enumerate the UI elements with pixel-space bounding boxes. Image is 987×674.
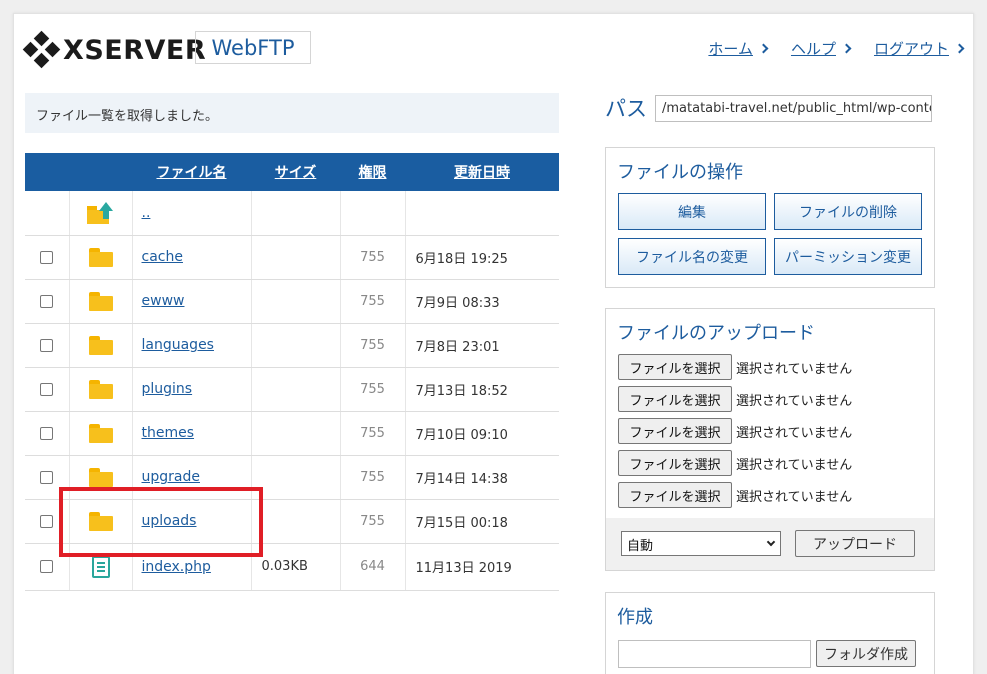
header-size[interactable]: サイズ <box>251 153 340 191</box>
no-file-text: 選択されていません <box>736 393 853 409</box>
no-file-text: 選択されていません <box>736 489 853 505</box>
row-checkbox[interactable] <box>40 470 54 484</box>
product-badge: WebFTP <box>195 31 311 64</box>
parent-folder-icon <box>86 201 115 224</box>
file-link[interactable]: index.php <box>142 559 211 575</box>
folder-icon <box>88 335 113 355</box>
header-permission[interactable]: 権限 <box>340 153 405 191</box>
xserver-logo[interactable]: XSERVER <box>22 30 207 69</box>
choose-file-button[interactable]: ファイルを選択 <box>618 482 732 508</box>
logo-diamond-icon <box>22 30 61 69</box>
delete-file-button[interactable]: ファイルの削除 <box>774 193 922 230</box>
no-file-text: 選択されていません <box>736 425 853 441</box>
rename-button[interactable]: ファイル名の変更 <box>618 238 766 275</box>
logo-text: XSERVER <box>63 34 207 66</box>
file-link[interactable]: languages <box>142 337 214 353</box>
upload-title: ファイルのアップロード <box>617 323 815 344</box>
upload-button[interactable]: アップロード <box>795 530 915 557</box>
header-icon <box>69 153 132 191</box>
parent-dir-link[interactable]: .. <box>142 205 151 221</box>
file-link[interactable]: upgrade <box>142 469 200 485</box>
no-file-text: 選択されていません <box>736 457 853 473</box>
nav-home-link[interactable]: ホーム <box>708 38 769 59</box>
file-link[interactable]: cache <box>142 249 183 265</box>
choose-file-button[interactable]: ファイルを選択 <box>618 386 732 412</box>
nav-help-link[interactable]: ヘルプ <box>791 38 852 59</box>
transfer-mode-select[interactable]: 自動 <box>621 531 781 556</box>
upload-footer: 自動 アップロード <box>606 518 934 570</box>
table-header-row: ファイル名 サイズ 権限 更新日時 <box>25 153 559 191</box>
folder-icon <box>88 423 113 443</box>
edit-button[interactable]: 編集 <box>618 193 766 230</box>
upload-row: ファイルを選択 選択されていません <box>618 450 852 476</box>
create-panel: 作成 フォルダ作成 <box>605 592 935 674</box>
file-ops-title: ファイルの操作 <box>617 162 743 183</box>
folder-icon <box>88 291 113 311</box>
header-filename[interactable]: ファイル名 <box>132 153 251 191</box>
table-row: upgrade 755 7月14日 14:38 <box>25 455 559 500</box>
upload-row: ファイルを選択 選択されていません <box>618 418 852 444</box>
chmod-button[interactable]: パーミッション変更 <box>774 238 922 275</box>
chevron-right-icon <box>954 43 965 54</box>
table-row: plugins 755 7月13日 18:52 <box>25 367 559 412</box>
choose-file-button[interactable]: ファイルを選択 <box>618 418 732 444</box>
table-row: ewww 755 7月9日 08:33 <box>25 279 559 324</box>
file-table: ファイル名 サイズ 権限 更新日時 .. cache 755 6月18日 19:… <box>25 153 559 591</box>
row-checkbox[interactable] <box>40 426 54 440</box>
table-row-parent: .. <box>25 191 559 236</box>
chevron-down-icon <box>766 537 776 547</box>
top-nav: ホーム ヘルプ ログアウト <box>708 38 965 59</box>
row-checkbox[interactable] <box>40 514 54 528</box>
folder-icon <box>88 247 113 267</box>
no-file-text: 選択されていません <box>736 361 853 377</box>
status-message: ファイル一覧を取得しました。 <box>25 93 559 133</box>
upload-panel: ファイルのアップロード ファイルを選択 選択されていません ファイルを選択 選択… <box>605 308 935 571</box>
header-check <box>25 153 69 191</box>
upload-row: ファイルを選択 選択されていません <box>618 482 852 508</box>
chevron-right-icon <box>758 43 769 54</box>
folder-name-input[interactable] <box>618 640 811 668</box>
table-row: index.php 0.03KB 644 11月13日 2019 <box>25 543 559 591</box>
folder-icon <box>88 467 113 487</box>
file-link[interactable]: ewww <box>142 293 185 309</box>
file-link[interactable]: uploads <box>142 513 197 529</box>
path-label: パス <box>605 97 647 121</box>
table-row: uploads 755 7月15日 00:18 <box>25 499 559 544</box>
document-icon <box>91 555 110 578</box>
folder-icon <box>88 379 113 399</box>
upload-row: ファイルを選択 選択されていません <box>618 354 852 380</box>
header-modified[interactable]: 更新日時 <box>405 153 559 191</box>
file-ops-panel: ファイルの操作 編集 ファイルの削除 ファイル名の変更 パーミッション変更 <box>605 147 935 288</box>
table-row: themes 755 7月10日 09:10 <box>25 411 559 456</box>
row-checkbox[interactable] <box>40 294 54 308</box>
chevron-right-icon <box>841 43 852 54</box>
row-checkbox[interactable] <box>40 382 54 396</box>
table-row: cache 755 6月18日 19:25 <box>25 235 559 280</box>
row-checkbox[interactable] <box>40 338 54 352</box>
file-link[interactable]: themes <box>142 425 195 441</box>
row-checkbox[interactable] <box>40 250 54 264</box>
upload-row: ファイルを選択 選択されていません <box>618 386 852 412</box>
file-link[interactable]: plugins <box>142 381 193 397</box>
choose-file-button[interactable]: ファイルを選択 <box>618 450 732 476</box>
folder-icon <box>88 511 113 531</box>
create-title: 作成 <box>617 607 653 628</box>
row-checkbox[interactable] <box>40 560 54 573</box>
path-input[interactable]: /matatabi-travel.net/public_html/wp-cont… <box>655 95 932 122</box>
choose-file-button[interactable]: ファイルを選択 <box>618 354 732 380</box>
create-folder-button[interactable]: フォルダ作成 <box>816 640 916 667</box>
table-row: languages 755 7月8日 23:01 <box>25 323 559 368</box>
nav-logout-link[interactable]: ログアウト <box>874 38 965 59</box>
